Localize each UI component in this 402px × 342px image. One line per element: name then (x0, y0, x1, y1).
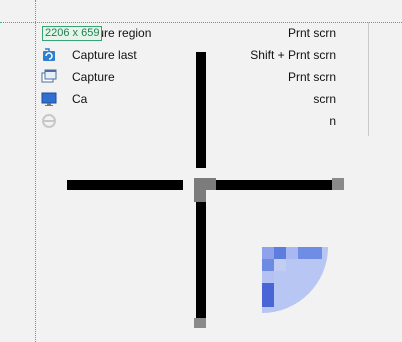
menu-item-shortcut: Prnt scrn (287, 26, 336, 40)
fullscreen-icon (41, 91, 57, 107)
zoom-magnifier (262, 247, 328, 313)
crosshair-right-cap (332, 178, 344, 190)
crosshair-top-arm (196, 52, 206, 168)
window-icon (41, 69, 57, 85)
crosshair-left-arm (67, 180, 183, 190)
menu-item-label: Ca (72, 92, 88, 106)
menu-item-shortcut: scrn (313, 92, 336, 106)
crosshair-right-arm (216, 180, 332, 190)
crosshair-center-notch (206, 190, 216, 202)
web-icon (41, 113, 57, 129)
capture-last-icon (41, 47, 57, 63)
selection-size-readout: 2206 x 659 (42, 26, 103, 41)
menu-item-shortcut: n (329, 114, 336, 128)
menu-item-shortcut: Shift + Prnt scrn (250, 48, 336, 62)
menu-item-label: Capture last (72, 48, 137, 62)
crosshair-bottom-cap (194, 318, 206, 328)
crosshair-bottom-arm (196, 202, 206, 318)
menu-item-label: Capture (72, 70, 115, 84)
menu-item-shortcut: Prnt scrn (287, 70, 336, 84)
